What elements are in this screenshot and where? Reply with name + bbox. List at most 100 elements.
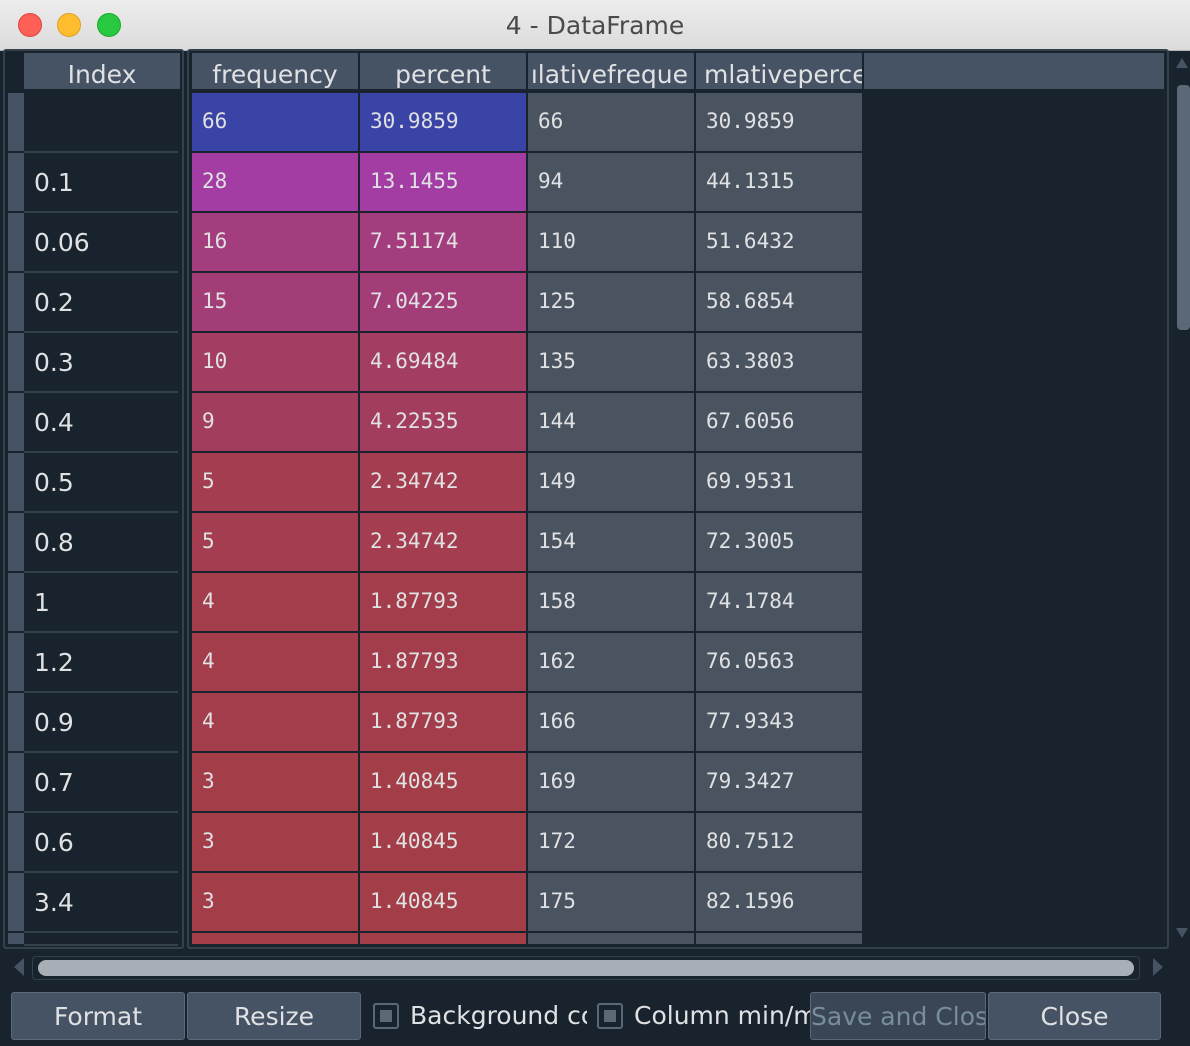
table-cell[interactable]: 4.69484: [360, 333, 528, 393]
table-cell[interactable]: 66: [192, 93, 360, 153]
table-cell[interactable]: 4: [192, 633, 360, 693]
table-cell[interactable]: [192, 933, 360, 946]
index-header[interactable]: Index: [24, 53, 180, 89]
table-cell[interactable]: 144: [528, 393, 696, 453]
row-gutter[interactable]: [8, 393, 24, 451]
row-gutter[interactable]: [8, 573, 24, 631]
index-cell[interactable]: 0.6: [24, 813, 178, 873]
table-cell[interactable]: 77.9343: [696, 693, 864, 753]
index-cell[interactable]: 0.9: [24, 693, 178, 753]
table-cell[interactable]: 7.51174: [360, 213, 528, 273]
table-cell[interactable]: 44.1315: [696, 153, 864, 213]
save-and-close-button[interactable]: Save and Clos: [810, 992, 986, 1040]
index-cell[interactable]: 0.7: [24, 753, 178, 813]
index-cell[interactable]: 0.06: [24, 213, 178, 273]
row-gutter[interactable]: [8, 513, 24, 571]
scroll-right-arrow-icon[interactable]: [1153, 958, 1163, 976]
table-cell[interactable]: 51.6432: [696, 213, 864, 273]
row-gutter[interactable]: [8, 93, 24, 151]
table-cell[interactable]: 15: [192, 273, 360, 333]
checkbox-icon[interactable]: [597, 1003, 623, 1029]
table-cell[interactable]: [528, 933, 696, 946]
index-cell[interactable]: 0.5: [24, 453, 178, 513]
row-gutter[interactable]: [8, 453, 24, 511]
row-gutter[interactable]: [8, 693, 24, 751]
table-cell[interactable]: 2.34742: [360, 453, 528, 513]
index-cell[interactable]: 0.3: [24, 333, 178, 393]
close-button[interactable]: Close: [988, 992, 1161, 1040]
column-minmax-checkbox[interactable]: Column min/m: [597, 992, 810, 1040]
table-cell[interactable]: 69.9531: [696, 453, 864, 513]
index-cell[interactable]: 0.2: [24, 273, 178, 333]
table-cell[interactable]: 154: [528, 513, 696, 573]
index-cell[interactable]: 0.1: [24, 153, 178, 213]
table-cell[interactable]: 67.6056: [696, 393, 864, 453]
table-cell[interactable]: 3: [192, 753, 360, 813]
table-cell[interactable]: 1.87793: [360, 633, 528, 693]
table-cell[interactable]: 13.1455: [360, 153, 528, 213]
table-cell[interactable]: 58.6854: [696, 273, 864, 333]
table-cell[interactable]: 28: [192, 153, 360, 213]
table-cell[interactable]: 30.9859: [696, 93, 864, 153]
table-cell[interactable]: 74.1784: [696, 573, 864, 633]
table-cell[interactable]: 82.1596: [696, 873, 864, 933]
table-cell[interactable]: 135: [528, 333, 696, 393]
column-header-cumulative-frequency[interactable]: ılativefreque: [528, 53, 696, 89]
background-color-checkbox[interactable]: Background cc: [373, 992, 587, 1040]
table-cell[interactable]: 3: [192, 873, 360, 933]
table-cell[interactable]: 9: [192, 393, 360, 453]
table-cell[interactable]: 162: [528, 633, 696, 693]
table-cell[interactable]: 4: [192, 693, 360, 753]
row-gutter[interactable]: [8, 873, 24, 931]
row-gutter[interactable]: [8, 633, 24, 691]
window-titlebar[interactable]: 4 - DataFrame: [0, 0, 1190, 51]
column-header-percent[interactable]: percent: [360, 53, 528, 89]
table-cell[interactable]: 10: [192, 333, 360, 393]
table-cell[interactable]: 72.3005: [696, 513, 864, 573]
table-cell[interactable]: 4.22535: [360, 393, 528, 453]
index-cell[interactable]: [24, 93, 178, 153]
row-gutter[interactable]: [8, 153, 24, 211]
table-cell[interactable]: 66: [528, 93, 696, 153]
table-cell[interactable]: 125: [528, 273, 696, 333]
index-cell[interactable]: [24, 933, 178, 946]
table-cell[interactable]: 1.40845: [360, 873, 528, 933]
table-cell[interactable]: 5: [192, 453, 360, 513]
table-cell[interactable]: 30.9859: [360, 93, 528, 153]
index-cell[interactable]: 3.4: [24, 873, 178, 933]
table-cell[interactable]: 166: [528, 693, 696, 753]
table-cell[interactable]: 1.87793: [360, 573, 528, 633]
table-cell[interactable]: 80.7512: [696, 813, 864, 873]
scroll-down-arrow-icon[interactable]: [1176, 928, 1188, 938]
table-cell[interactable]: 7.04225: [360, 273, 528, 333]
table-cell[interactable]: 1.40845: [360, 813, 528, 873]
column-header-cumulative-percent[interactable]: mlativeperce: [696, 53, 864, 89]
index-cell[interactable]: 1: [24, 573, 178, 633]
table-cell[interactable]: 169: [528, 753, 696, 813]
table-cell[interactable]: 79.3427: [696, 753, 864, 813]
format-button[interactable]: Format: [11, 992, 185, 1040]
table-cell[interactable]: 4: [192, 573, 360, 633]
table-cell[interactable]: 3: [192, 813, 360, 873]
index-cell[interactable]: 0.8: [24, 513, 178, 573]
resize-button[interactable]: Resize: [187, 992, 361, 1040]
vertical-scroll-thumb[interactable]: [1177, 85, 1190, 330]
table-cell[interactable]: 149: [528, 453, 696, 513]
table-cell[interactable]: 110: [528, 213, 696, 273]
table-cell[interactable]: 1.87793: [360, 693, 528, 753]
row-gutter[interactable]: [8, 813, 24, 871]
row-gutter[interactable]: [8, 933, 24, 944]
table-cell[interactable]: 158: [528, 573, 696, 633]
table-cell[interactable]: 172: [528, 813, 696, 873]
table-cell[interactable]: 16: [192, 213, 360, 273]
column-header-frequency[interactable]: frequency: [192, 53, 360, 89]
row-gutter[interactable]: [8, 273, 24, 331]
horizontal-scroll-thumb[interactable]: [38, 960, 1134, 976]
index-cell[interactable]: 0.4: [24, 393, 178, 453]
row-gutter[interactable]: [8, 333, 24, 391]
table-cell[interactable]: 1.40845: [360, 753, 528, 813]
table-cell[interactable]: 2.34742: [360, 513, 528, 573]
table-cell[interactable]: [696, 933, 864, 946]
table-cell[interactable]: 5: [192, 513, 360, 573]
checkbox-icon[interactable]: [373, 1003, 399, 1029]
